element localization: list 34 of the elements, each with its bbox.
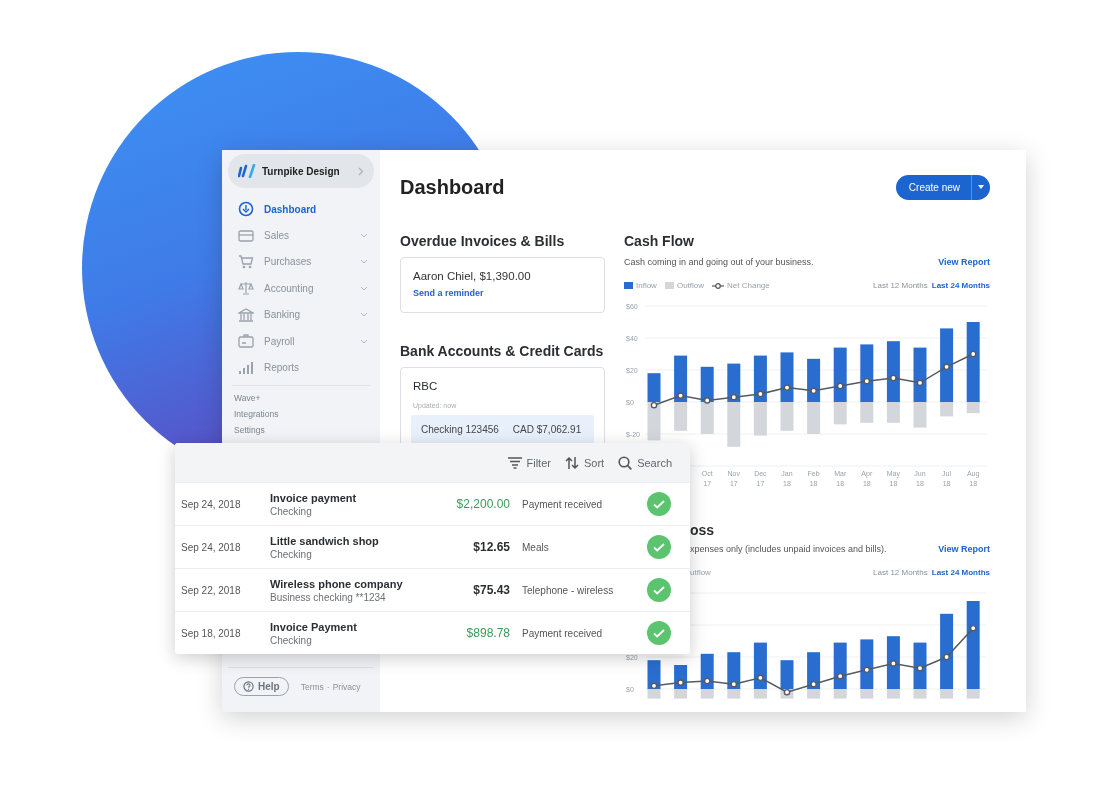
legend-label: Net Change <box>727 281 770 290</box>
transaction-title: Invoice payment <box>270 491 358 504</box>
separator: · <box>326 681 330 692</box>
legend-label: Outflow <box>676 281 705 290</box>
legend-label: Inflow <box>636 281 657 290</box>
transaction-title: Invoice Payment <box>270 620 358 633</box>
bank-name: RBC <box>412 380 439 392</box>
transaction-account: Checking <box>270 505 313 517</box>
transaction-account: Checking <box>270 634 313 646</box>
transaction-amount: $2,200.00 <box>455 497 510 511</box>
section-subtitle: xpenses only (includes unpaid invoices and bills). <box>689 544 887 554</box>
section-title: Cash Flow <box>624 233 695 249</box>
transaction-date: Sep 18, 2018 <box>181 627 242 639</box>
transaction-amount: $12.65 <box>472 540 510 554</box>
transaction-account: Checking <box>270 548 313 560</box>
transaction-date: Sep 24, 2018 <box>181 541 242 553</box>
transaction-category: Payment received <box>521 627 604 639</box>
transaction-category: Meals <box>521 541 550 553</box>
transaction-amount: $75.43 <box>472 583 510 597</box>
transaction-title: Little sandwich shop <box>270 534 380 547</box>
section-title: Overdue Invoices & Bills <box>400 233 566 249</box>
page-title: Dashboard <box>400 175 505 199</box>
transaction-account: Business checking **1234 <box>270 591 387 603</box>
transaction-category: Payment received <box>521 498 604 510</box>
transaction-amount: $898.78 <box>465 626 510 640</box>
transaction-category: Telephone - wireless <box>521 584 615 596</box>
section-subtitle: Cash coming in and going out of your business. <box>624 257 814 267</box>
section-title: Bank Accounts & Credit Cards <box>400 343 605 359</box>
transaction-date: Sep 24, 2018 <box>181 498 242 510</box>
section-title: oss <box>689 522 716 538</box>
transaction-date: Sep 22, 2018 <box>181 584 242 596</box>
overdue-item: Aaron Chiel, $1,390.00 <box>413 270 532 282</box>
transaction-title: Wireless phone company <box>270 577 404 590</box>
legend-label: utflow <box>690 568 711 577</box>
